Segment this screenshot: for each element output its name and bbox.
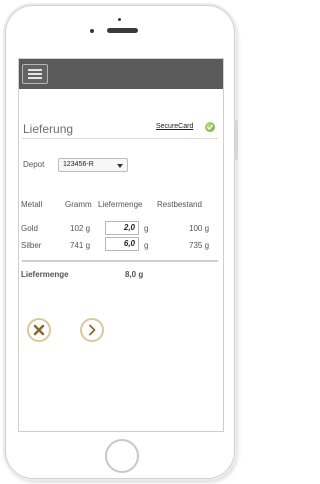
depot-select[interactable]: 123456-R [58,158,128,172]
securecard-link[interactable]: SecureCard [156,123,193,130]
liefermenge-input[interactable]: 2,0 [105,221,139,235]
top-bar [19,59,223,89]
hamburger-line [28,73,42,75]
divider [22,138,218,139]
liefermenge-unit: g [144,224,149,233]
liefermenge-unit: g [144,241,149,250]
next-button[interactable] [80,318,104,342]
metal-name: Silber [21,241,42,250]
liefermenge-input[interactable]: 6,0 [105,237,139,251]
restbestand-value: 735 g [189,241,210,250]
depot-label: Depot [23,160,45,169]
divider [22,260,218,262]
app-screen: Lieferung SecureCard Depot 123456-R Meta… [18,58,224,432]
speaker [107,28,138,33]
side-button [235,120,238,160]
restbestand-value: 100 g [189,224,210,233]
check-circle-icon [205,122,215,132]
hamburger-icon [28,69,42,71]
column-header-liefermenge: Liefermenge [98,200,143,209]
home-button[interactable] [105,439,139,473]
total-value: 8,0 g [125,270,144,279]
chevron-down-icon [117,164,123,168]
next-icon [89,324,96,336]
depot-select-value: 123456-R [63,161,94,168]
cancel-icon [33,324,45,336]
column-header-restbestand: Restbestand [157,200,202,209]
hamburger-line [28,77,42,79]
metal-name: Gold [21,224,38,233]
gramm-value: 102 g [70,224,91,233]
total-label: Liefermenge [21,270,69,279]
page-title: Lieferung [23,122,74,136]
front-camera [90,29,94,33]
gramm-value: 741 g [70,241,91,250]
proximity-sensor [118,18,121,21]
column-header-gramm: Gramm [65,200,92,209]
menu-button[interactable] [22,64,48,84]
column-header-metall: Metall [21,200,43,209]
cancel-button[interactable] [27,318,51,342]
